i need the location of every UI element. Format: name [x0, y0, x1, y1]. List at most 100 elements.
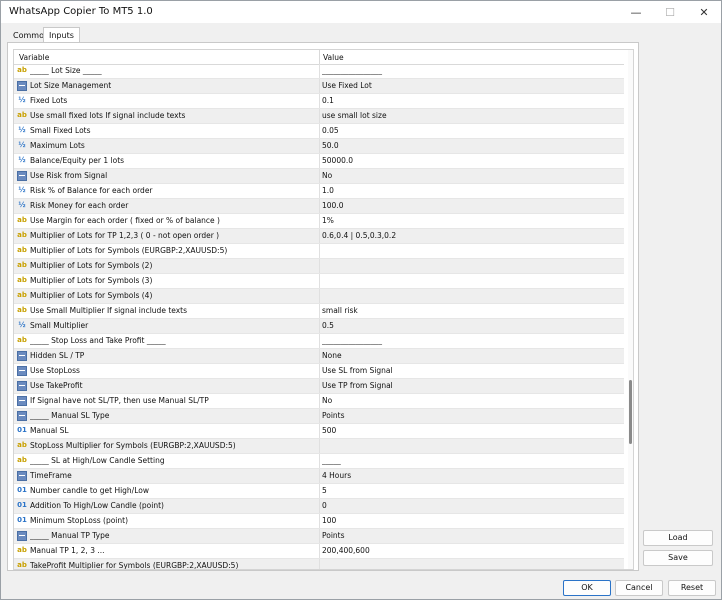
variable-value[interactable]: 50000.0 [322, 156, 622, 165]
variable-value[interactable]: small risk [322, 306, 622, 315]
cell-divider [319, 169, 320, 183]
table-row[interactable]: 01 Manual SL 500 [14, 424, 624, 439]
string-type-icon: ab [17, 261, 27, 269]
table-row[interactable]: ab Multiplier of Lots for Symbols (3) [14, 274, 624, 289]
maximize-icon: ☐ [665, 5, 675, 19]
variable-value[interactable]: 0.05 [322, 126, 622, 135]
table-row[interactable]: 01 Minimum StopLoss (point) 100 [14, 514, 624, 529]
variable-name: Use Small Multiplier If signal include t… [30, 306, 188, 315]
string-type-icon: ab [17, 561, 27, 569]
table-row[interactable]: Use StopLoss Use SL from Signal [14, 364, 624, 379]
table-row[interactable]: ½ Small Fixed Lots 0.05 [14, 124, 624, 139]
variable-name: Hidden SL / TP [30, 351, 85, 360]
variable-value[interactable]: 0 [322, 501, 622, 510]
title-bar: WhatsApp Copier To MT5 1.0 — ☐ ✕ [1, 1, 721, 23]
variable-value[interactable]: 1.0 [322, 186, 622, 195]
variable-value[interactable]: No [322, 171, 622, 180]
table-row[interactable]: ab Manual TP 1, 2, 3 ... 200,400,600 [14, 544, 624, 559]
variable-value[interactable]: 100.0 [322, 201, 622, 210]
ok-button[interactable]: OK [563, 580, 611, 596]
variable-name: Fixed Lots [30, 96, 68, 105]
variable-value[interactable]: Points [322, 411, 622, 420]
table-row[interactable]: ab Use small fixed lots If signal include… [14, 109, 624, 124]
table-row[interactable]: _____ Manual TP Type Points [14, 529, 624, 544]
variable-name: Use Margin for each order ( fixed or % o… [30, 216, 220, 225]
table-row[interactable]: ab StopLoss Multiplier for Symbols (EURGB… [14, 439, 624, 454]
column-divider[interactable] [319, 50, 320, 64]
save-button[interactable]: Save [643, 550, 713, 566]
table-row[interactable]: Use TakeProfit Use TP from Signal [14, 379, 624, 394]
variable-name: Multiplier of Lots for Symbols (EURGBP:2… [30, 246, 228, 255]
enum-type-icon-shape [17, 381, 27, 391]
variable-value[interactable]: 0.1 [322, 96, 622, 105]
table-row[interactable]: ½ Risk Money for each order 100.0 [14, 199, 624, 214]
table-row[interactable]: ½ Fixed Lots 0.1 [14, 94, 624, 109]
variable-value[interactable]: use small lot size [322, 111, 622, 120]
variable-value[interactable]: Use SL from Signal [322, 366, 622, 375]
variable-value[interactable]: 100 [322, 516, 622, 525]
enum-type-icon-shape [17, 366, 27, 376]
variable-value[interactable]: ________________ [322, 66, 622, 75]
variable-name: Balance/Equity per 1 lots [30, 156, 125, 165]
reset-button[interactable]: Reset [668, 580, 716, 596]
table-row[interactable]: TimeFrame 4 Hours [14, 469, 624, 484]
cell-divider [319, 244, 320, 258]
variable-value[interactable]: Use Fixed Lot [322, 81, 622, 90]
table-row[interactable]: ab Multiplier of Lots for Symbols (EURGBP… [14, 244, 624, 259]
table-row[interactable]: ab Multiplier of Lots for TP 1,2,3 ( 0 - … [14, 229, 624, 244]
variable-value[interactable]: 5 [322, 486, 622, 495]
column-header-value[interactable]: Value [323, 53, 344, 62]
enum-type-icon [17, 350, 27, 361]
table-row[interactable]: 01 Number candle to get High/Low 5 [14, 484, 624, 499]
variable-value[interactable]: No [322, 396, 622, 405]
enum-type-icon-shape [17, 396, 27, 406]
table-row[interactable]: ab Multiplier of Lots for Symbols (2) [14, 259, 624, 274]
variable-value[interactable]: 500 [322, 426, 622, 435]
variable-name: TimeFrame [30, 471, 72, 480]
variable-value[interactable]: Points [322, 531, 622, 540]
enum-type-icon [17, 410, 27, 421]
cell-divider [319, 319, 320, 333]
table-row[interactable]: ab _____ SL at High/Low Candle Setting ___… [14, 454, 624, 469]
table-row[interactable]: ab Multiplier of Lots for Symbols (4) [14, 289, 624, 304]
grid-rows: ab _____ Lot Size _____ ________________ Lo… [14, 64, 624, 569]
table-row[interactable]: ½ Small Multiplier 0.5 [14, 319, 624, 334]
variable-value[interactable]: None [322, 351, 622, 360]
table-row[interactable]: ½ Maximum Lots 50.0 [14, 139, 624, 154]
cancel-button[interactable]: Cancel [615, 580, 663, 596]
table-row[interactable]: _____ Manual SL Type Points [14, 409, 624, 424]
table-row[interactable]: ½ Balance/Equity per 1 lots 50000.0 [14, 154, 624, 169]
variable-value[interactable]: 0.6,0.4 | 0.5,0.3,0.2 [322, 231, 622, 240]
table-row[interactable]: If Signal have not SL/TP, then use Manua… [14, 394, 624, 409]
column-header-variable[interactable]: Variable [19, 53, 49, 62]
table-row[interactable]: Lot Size Management Use Fixed Lot [14, 79, 624, 94]
scrollbar-thumb[interactable] [629, 380, 632, 444]
table-row[interactable]: Hidden SL / TP None [14, 349, 624, 364]
table-row[interactable]: ab Use Margin for each order ( fixed or %… [14, 214, 624, 229]
variable-value[interactable]: 4 Hours [322, 471, 622, 480]
load-button[interactable]: Load [643, 530, 713, 546]
table-row[interactable]: 01 Addition To High/Low Candle (point) 0 [14, 499, 624, 514]
table-row[interactable]: ab TakeProfit Multiplier for Symbols (EUR… [14, 559, 624, 569]
variable-value[interactable]: Use TP from Signal [322, 381, 622, 390]
variable-value[interactable]: _____ [322, 456, 622, 465]
double-type-icon: ½ [18, 156, 26, 164]
variable-value[interactable]: 200,400,600 [322, 546, 622, 555]
cell-divider [319, 409, 320, 423]
enum-type-icon [17, 395, 27, 406]
table-row[interactable]: Use Risk from Signal No [14, 169, 624, 184]
minimize-button[interactable]: — [619, 1, 653, 23]
variable-value[interactable]: 0.5 [322, 321, 622, 330]
table-row[interactable]: ab _____ Stop Loss and Take Profit _____ _… [14, 334, 624, 349]
enum-type-icon-shape [17, 471, 27, 481]
variable-value[interactable]: 1% [322, 216, 622, 225]
double-type-icon: ½ [18, 201, 26, 209]
cell-divider [319, 364, 320, 378]
table-row[interactable]: ab Use Small Multiplier If signal include… [14, 304, 624, 319]
variable-value[interactable]: ________________ [322, 336, 622, 345]
table-row[interactable]: ab _____ Lot Size _____ ________________ [14, 64, 624, 79]
variable-value[interactable]: 50.0 [322, 141, 622, 150]
vertical-scrollbar[interactable] [628, 50, 633, 569]
table-row[interactable]: ½ Risk % of Balance for each order 1.0 [14, 184, 624, 199]
close-button[interactable]: ✕ [687, 1, 721, 23]
